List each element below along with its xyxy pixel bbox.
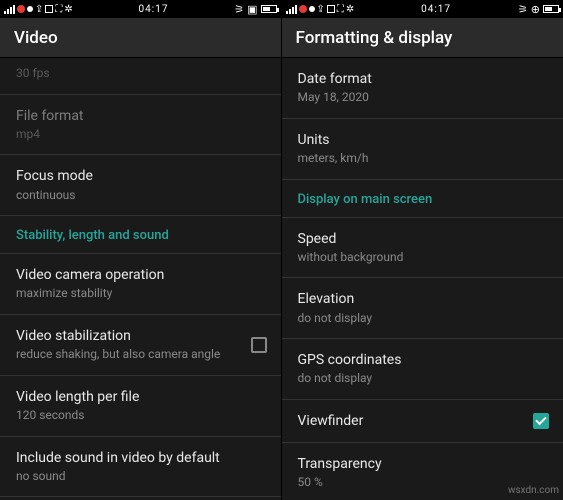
setting-title: Focus mode (16, 167, 265, 185)
status-time: 04:17 (73, 4, 234, 15)
record-icon (299, 5, 307, 13)
setting-sub: continuous (16, 188, 265, 204)
setting-sub: May 18, 2020 (298, 90, 548, 106)
setting-title: Video camera operation (16, 266, 265, 284)
cast-icon: ▣ (247, 3, 257, 16)
signal-icon (4, 5, 15, 14)
status-right: ⚞ ▣ (234, 3, 276, 16)
status-bar: ⇪ ⛶ ✲ 04:17 ⚞ ▣ (0, 0, 281, 18)
action-bar: Video (0, 18, 281, 58)
phone-right: ⇪ ⛶ ✲ 04:17 ⚞ ⊕ Formatting & display Dat… (282, 0, 563, 500)
page-title: Video (14, 28, 58, 48)
setting-title: Speed (298, 230, 548, 248)
bluetooth-icon: ⚞ (234, 3, 244, 16)
setting-title: Include sound in video by default (16, 449, 265, 467)
section-stability: Stability, length and sound (0, 216, 281, 254)
setting-include-sound[interactable]: Include sound in video by default no sou… (0, 437, 281, 498)
setting-elevation[interactable]: Elevation do not display (282, 278, 563, 339)
status-left: ⇪ ⛶ ✲ (4, 4, 73, 15)
settings-list[interactable]: 30 fps File format mp4 Focus mode contin… (0, 58, 281, 500)
setting-sub: reduce shaking, but also camera angle (16, 347, 231, 363)
setting-sub: meters, km/h (298, 151, 548, 167)
setting-units[interactable]: Units meters, km/h (282, 119, 563, 180)
setting-camera-operation[interactable]: Video camera operation maximize stabilit… (0, 254, 281, 315)
section-label: Display on main screen (298, 192, 548, 207)
setting-sub: without background (298, 250, 548, 266)
setting-title: Viewfinder (298, 412, 514, 430)
setting-title: Units (298, 131, 548, 149)
settings-list[interactable]: Date format May 18, 2020 Units meters, k… (282, 58, 563, 500)
setting-gps[interactable]: GPS coordinates do not display (282, 339, 563, 400)
status-right: ⚞ ⊕ (518, 3, 559, 16)
setting-sub: maximize stability (16, 286, 265, 302)
section-label: Stability, length and sound (16, 228, 265, 243)
setting-stabilization[interactable]: Video stabilization reduce shaking, but … (0, 315, 281, 376)
setting-sub: do not display (298, 371, 548, 387)
page-title: Formatting & display (296, 28, 453, 48)
setting-title: Date format (298, 70, 548, 88)
setting-sub: no sound (16, 469, 265, 485)
setting-speed[interactable]: Speed without background (282, 218, 563, 279)
setting-video-length[interactable]: Video length per file 120 seconds (0, 376, 281, 437)
dot-icon (27, 6, 33, 12)
cast-icon: ⇪ (317, 4, 325, 15)
setting-focus-mode[interactable]: Focus mode continuous (0, 155, 281, 216)
setting-sub: 120 seconds (16, 408, 265, 424)
box-icon (45, 5, 53, 13)
setting-title: GPS coordinates (298, 351, 548, 369)
crop-icon: ⛶ (337, 4, 344, 15)
aperture-icon: ✲ (64, 4, 72, 15)
setting-title: Elevation (298, 290, 548, 308)
setting-date-format[interactable]: Date format May 18, 2020 (282, 58, 563, 119)
setting-viewfinder[interactable]: Viewfinder (282, 400, 563, 443)
setting-fps[interactable]: 30 fps (0, 58, 281, 95)
setting-sub: 30 fps (16, 66, 265, 82)
status-left: ⇪ ⛶ ✲ (286, 4, 355, 15)
status-time: 04:17 (354, 4, 518, 15)
box-icon (327, 5, 335, 13)
setting-title: Transparency (298, 455, 548, 473)
crop-icon: ⛶ (55, 4, 62, 15)
record-icon (17, 5, 25, 13)
aperture-icon: ✲ (346, 4, 354, 15)
bluetooth-icon: ⚞ (518, 3, 528, 16)
section-display-main: Display on main screen (282, 180, 563, 218)
setting-title: Video length per file (16, 388, 265, 406)
watermark: wsxdn.com (508, 485, 559, 496)
setting-file-format[interactable]: File format mp4 (0, 95, 281, 156)
dot-icon (309, 6, 315, 12)
setting-sub: mp4 (16, 127, 265, 143)
setting-sub: do not display (298, 311, 548, 327)
checkbox-checked[interactable] (533, 413, 549, 429)
battery-icon (543, 5, 559, 13)
battery-icon (261, 5, 277, 13)
action-bar: Formatting & display (282, 18, 563, 58)
signal-icon (286, 5, 297, 14)
cast-icon: ⇪ (35, 4, 43, 15)
status-bar: ⇪ ⛶ ✲ 04:17 ⚞ ⊕ (282, 0, 563, 18)
setting-title: File format (16, 107, 265, 125)
share-icon: ⊕ (531, 3, 540, 16)
phone-left: ⇪ ⛶ ✲ 04:17 ⚞ ▣ Video 30 fps File format… (0, 0, 282, 500)
setting-title: Video stabilization (16, 327, 231, 345)
checkbox-unchecked[interactable] (251, 337, 267, 353)
